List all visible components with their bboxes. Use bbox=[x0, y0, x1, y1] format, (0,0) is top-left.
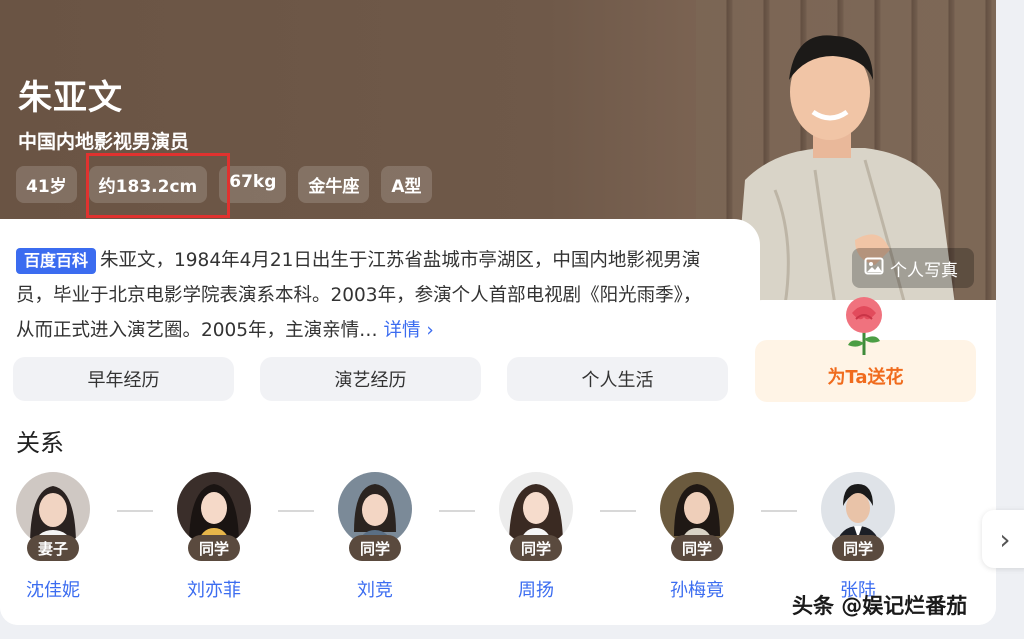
relation-role-badge: 同学 bbox=[671, 535, 723, 561]
tag-blood-type: A型 bbox=[381, 166, 432, 203]
height-highlight-box bbox=[86, 153, 230, 218]
section-tabs: 早年经历 演艺经历 个人生活 bbox=[13, 357, 728, 401]
relations-title: 关系 bbox=[16, 429, 64, 457]
connector-line bbox=[278, 510, 314, 512]
chevron-right-icon: › bbox=[999, 522, 1011, 556]
relation-name[interactable]: 孙梅竟 bbox=[640, 576, 754, 602]
connector-line bbox=[761, 510, 797, 512]
relation-item[interactable]: 妻子 沈佳妮 bbox=[16, 472, 126, 612]
relation-role-badge: 妻子 bbox=[27, 535, 79, 561]
relation-name[interactable]: 沈佳妮 bbox=[0, 576, 110, 602]
details-link[interactable]: 详情 › bbox=[383, 320, 433, 341]
relation-role-badge: 同学 bbox=[510, 535, 562, 561]
rose-icon bbox=[846, 297, 882, 355]
tab-acting-career[interactable]: 演艺经历 bbox=[260, 357, 481, 401]
baike-badge: 百度百科 bbox=[16, 248, 97, 274]
relation-item[interactable]: 同学 周扬 bbox=[499, 472, 609, 612]
connector-line bbox=[117, 510, 153, 512]
personal-photos-label: 个人写真 bbox=[890, 260, 958, 281]
tab-personal-life[interactable]: 个人生活 bbox=[507, 357, 728, 401]
image-icon bbox=[864, 256, 884, 281]
relation-item[interactable]: 同学 孙梅竟 bbox=[660, 472, 770, 612]
tag-age: 41岁 bbox=[16, 166, 77, 203]
relation-name[interactable]: 刘亦菲 bbox=[157, 576, 271, 602]
person-subtitle: 中国内地影视男演员 bbox=[18, 131, 190, 153]
person-name: 朱亚文 bbox=[18, 78, 123, 118]
next-button[interactable]: › bbox=[982, 510, 1024, 568]
relation-item[interactable]: 同学 刘亦菲 bbox=[177, 472, 287, 612]
relation-role-badge: 同学 bbox=[349, 535, 401, 561]
connector-line bbox=[600, 510, 636, 512]
relation-role-badge: 同学 bbox=[188, 535, 240, 561]
relation-name[interactable]: 刘竞 bbox=[318, 576, 432, 602]
personal-photos-button[interactable]: 个人写真 bbox=[852, 248, 974, 288]
tab-early-life[interactable]: 早年经历 bbox=[13, 357, 234, 401]
tag-zodiac: 金牛座 bbox=[298, 166, 370, 203]
relation-name[interactable]: 周扬 bbox=[479, 576, 593, 602]
intro-paragraph: 百度百科 朱亚文，1984年4月21日出生于江苏省盐城市亭湖区，中国内地影视男演员… bbox=[16, 243, 706, 348]
baike-card: 朱亚文 中国内地影视男演员 41岁 约183.2cm 67kg 金牛座 A型 个… bbox=[0, 0, 996, 625]
relation-item[interactable]: 同学 刘竞 bbox=[338, 472, 448, 612]
watermark-text: 头条 @娱记烂番茄 bbox=[792, 594, 968, 618]
intro-text: 朱亚文，1984年4月21日出生于江苏省盐城市亭湖区，中国内地影视男演员，毕业于… bbox=[16, 250, 702, 341]
relation-role-badge: 同学 bbox=[832, 535, 884, 561]
connector-line bbox=[439, 510, 475, 512]
